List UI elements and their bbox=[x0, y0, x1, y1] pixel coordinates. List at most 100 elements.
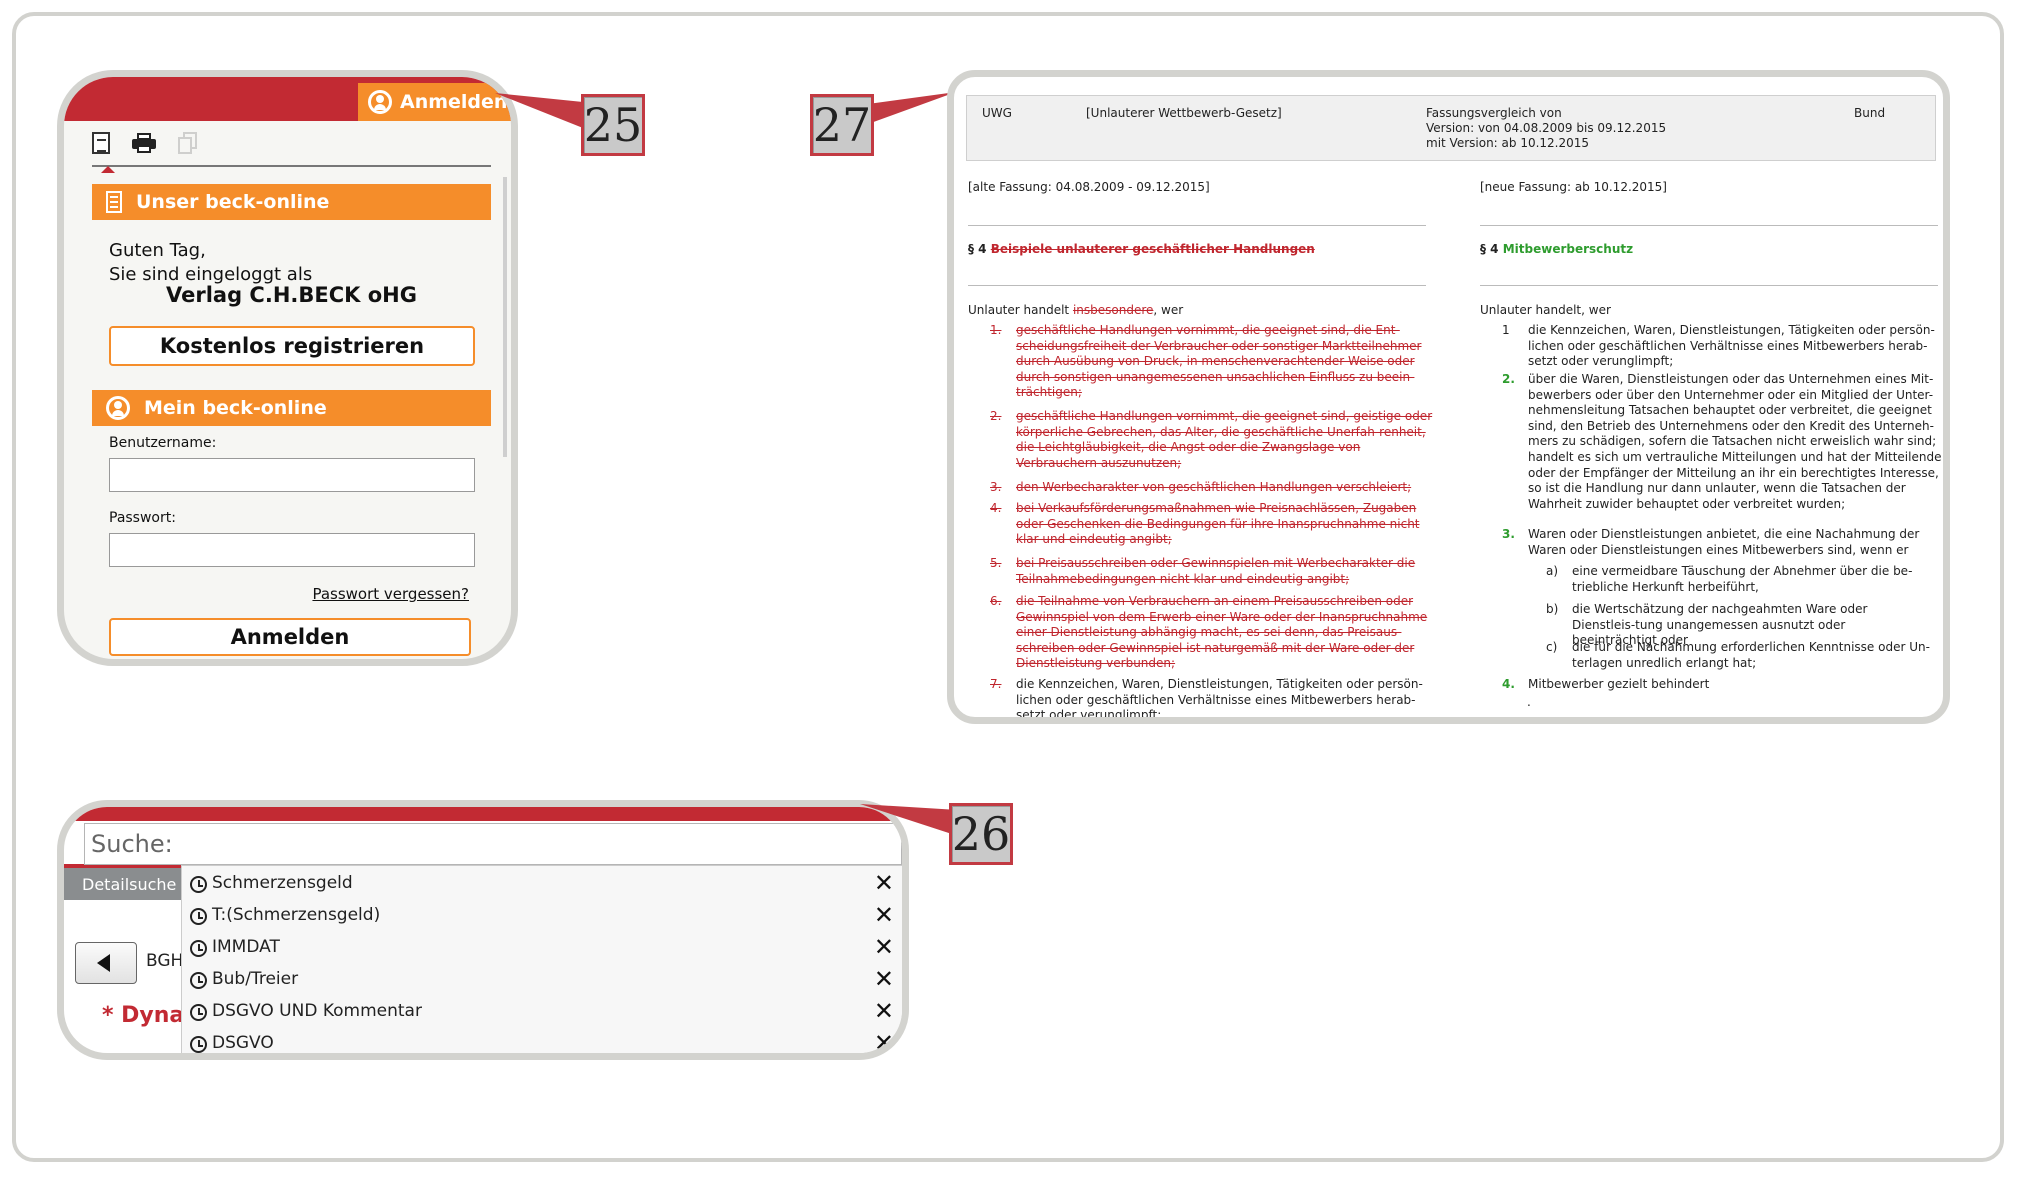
comparison-info: Fassungsvergleich von Version: von 04.08… bbox=[1426, 106, 1667, 150]
divider bbox=[968, 225, 1426, 226]
callout-badge-26: 26 bbox=[949, 803, 1013, 865]
law-name: [Unlauterer Wettbewerb-Gesetz] bbox=[1086, 106, 1282, 120]
history-item[interactable]: T:(Schmerzensgeld) ✕ bbox=[182, 901, 902, 931]
item-number: 4. bbox=[1502, 677, 1515, 691]
divider bbox=[1480, 285, 1938, 286]
history-item[interactable]: DSGVO ✕ bbox=[182, 1029, 902, 1053]
deleted-heading: Beispiele unlauterer geschäftlicher Hand… bbox=[990, 242, 1315, 256]
comparison-header: UWG [Unlauterer Wettbewerb-Gesetz] Fassu… bbox=[966, 95, 1936, 161]
item-text: den Werbecharakter von geschäftlichen Ha… bbox=[1016, 480, 1412, 494]
item-text: die Kennzeichen, Waren, Dienstleistungen… bbox=[1016, 677, 1423, 723]
trailing-dot: . bbox=[1527, 695, 1531, 709]
password-input[interactable] bbox=[109, 533, 475, 567]
close-icon[interactable]: ✕ bbox=[874, 934, 894, 960]
history-item[interactable]: Schmerzensgeld ✕ bbox=[182, 869, 902, 899]
history-text: IMMDAT bbox=[212, 937, 280, 957]
item-text: bei Preisausschreiben oder Gewinnspielen… bbox=[1016, 556, 1416, 586]
section-title: Unser beck-online bbox=[136, 191, 330, 213]
item-text: Mitbewerber gezielt behindert bbox=[1528, 677, 1710, 691]
added-heading: Mitbewerberschutz bbox=[1502, 242, 1634, 256]
item-number: 3. bbox=[1502, 527, 1515, 541]
section-mein-beck-online: Mein beck-online bbox=[92, 390, 491, 426]
item-number: c) bbox=[1546, 640, 1558, 654]
old-section-title: § 4 Beispiele unlauterer geschäftlicher … bbox=[968, 242, 1315, 256]
search-input[interactable]: Suche: bbox=[84, 823, 902, 865]
username-label: Benutzername: bbox=[109, 435, 217, 451]
login-panel: Anmelden Unser beck-online Guten Tag, Si… bbox=[57, 70, 518, 666]
item-number: 1 bbox=[1502, 323, 1510, 337]
item-number: 3. bbox=[990, 480, 1002, 494]
clock-icon bbox=[190, 940, 207, 957]
document-icon[interactable] bbox=[92, 132, 110, 154]
search-history-panel: Detailsuche Suche: BGH * Dyna Schmerzens… bbox=[57, 800, 909, 1060]
new-version-header: [neue Fassung: ab 10.12.2015] bbox=[1480, 180, 1667, 194]
history-item[interactable]: DSGVO UND Kommentar ✕ bbox=[182, 997, 902, 1027]
clock-icon bbox=[190, 876, 207, 893]
scope: Bund bbox=[1854, 106, 1886, 120]
divider bbox=[968, 285, 1426, 286]
item-number: 7. bbox=[990, 677, 1002, 691]
login-tab[interactable]: Anmelden bbox=[358, 83, 511, 121]
login-button[interactable]: Anmelden bbox=[109, 618, 471, 656]
item-number: 6. bbox=[990, 594, 1002, 608]
active-tab-marker bbox=[101, 166, 115, 173]
old-intro: Unlauter handelt insbesondere, wer bbox=[968, 303, 1183, 317]
back-button[interactable] bbox=[75, 942, 137, 984]
item-number: 5. bbox=[990, 556, 1002, 570]
print-icon[interactable] bbox=[132, 133, 156, 153]
section-title: Mein beck-online bbox=[144, 397, 327, 419]
section-unser-beck-online: Unser beck-online bbox=[92, 184, 491, 220]
callout-badge-25: 25 bbox=[581, 94, 645, 156]
search-history-dropdown: Schmerzensgeld ✕ T:(Schmerzensgeld) ✕ IMMD… bbox=[181, 865, 902, 1053]
item-number: b) bbox=[1546, 602, 1559, 616]
item-text: Waren oder Dienstleistungen anbietet, di… bbox=[1528, 527, 1920, 557]
deleted-word: insbesondere bbox=[1072, 303, 1154, 317]
intro-text: Unlauter handelt bbox=[968, 303, 1070, 317]
close-icon[interactable]: ✕ bbox=[874, 966, 894, 992]
history-text: Schmerzensgeld bbox=[212, 873, 353, 893]
item-number: 2. bbox=[1502, 372, 1515, 386]
scrollbar[interactable] bbox=[503, 177, 507, 457]
history-text: T:(Schmerzensgeld) bbox=[212, 905, 381, 925]
item-text: geschäftliche Handlungen vornimmt, die g… bbox=[1016, 409, 1433, 470]
close-icon[interactable]: ✕ bbox=[874, 1030, 894, 1053]
close-icon[interactable]: ✕ bbox=[874, 902, 894, 928]
item-text: eine vermeidbare Täuschung der Abnehmer … bbox=[1572, 564, 1913, 594]
callout-pointer-25 bbox=[495, 93, 583, 128]
item-number: a) bbox=[1546, 564, 1559, 578]
clock-icon bbox=[190, 1036, 207, 1053]
company-name: Verlag C.H.BECK oHG bbox=[166, 283, 417, 307]
toolbar-divider bbox=[92, 165, 491, 167]
user-icon bbox=[106, 396, 130, 420]
forgot-password-link[interactable]: Passwort vergessen? bbox=[312, 585, 469, 603]
history-text: DSGVO UND Kommentar bbox=[212, 1001, 422, 1021]
page-heading: * Dyna bbox=[102, 1003, 185, 1028]
item-number: 4. bbox=[990, 501, 1002, 515]
detail-search-tab[interactable]: Detailsuche bbox=[64, 864, 184, 900]
item-number: 2. bbox=[990, 409, 1002, 423]
breadcrumb: BGH bbox=[146, 951, 184, 971]
section-number: § 4 bbox=[968, 242, 987, 256]
section-number: § 4 bbox=[1480, 242, 1499, 256]
item-number: 1. bbox=[990, 323, 1002, 337]
username-input[interactable] bbox=[109, 458, 475, 492]
item-text: geschäftliche Handlungen vornimmt, die g… bbox=[1016, 323, 1422, 400]
copy-icon[interactable] bbox=[178, 132, 198, 154]
clock-icon bbox=[190, 1004, 207, 1021]
item-text: die Teilnahme von Verbrauchern an einem … bbox=[1016, 594, 1428, 671]
close-icon[interactable]: ✕ bbox=[874, 870, 894, 896]
history-item[interactable]: Bub/Treier ✕ bbox=[182, 965, 902, 995]
callout-badge-27: 27 bbox=[810, 94, 874, 156]
greeting: Guten Tag, Sie sind eingeloggt als bbox=[109, 239, 312, 287]
item-text: die Kennzeichen, Waren, Dienstleistungen… bbox=[1528, 323, 1935, 369]
callout-pointer-26 bbox=[860, 804, 958, 836]
history-item[interactable]: IMMDAT ✕ bbox=[182, 933, 902, 963]
divider bbox=[1480, 225, 1938, 226]
old-version-header: [alte Fassung: 04.08.2009 - 09.12.2015] bbox=[968, 180, 1210, 194]
register-button[interactable]: Kostenlos registrieren bbox=[109, 326, 475, 366]
new-intro: Unlauter handelt, wer bbox=[1480, 303, 1611, 317]
user-icon bbox=[368, 90, 392, 114]
callout-pointer-27 bbox=[868, 92, 956, 124]
new-section-title: § 4 Mitbewerberschutz bbox=[1480, 242, 1633, 256]
close-icon[interactable]: ✕ bbox=[874, 998, 894, 1024]
